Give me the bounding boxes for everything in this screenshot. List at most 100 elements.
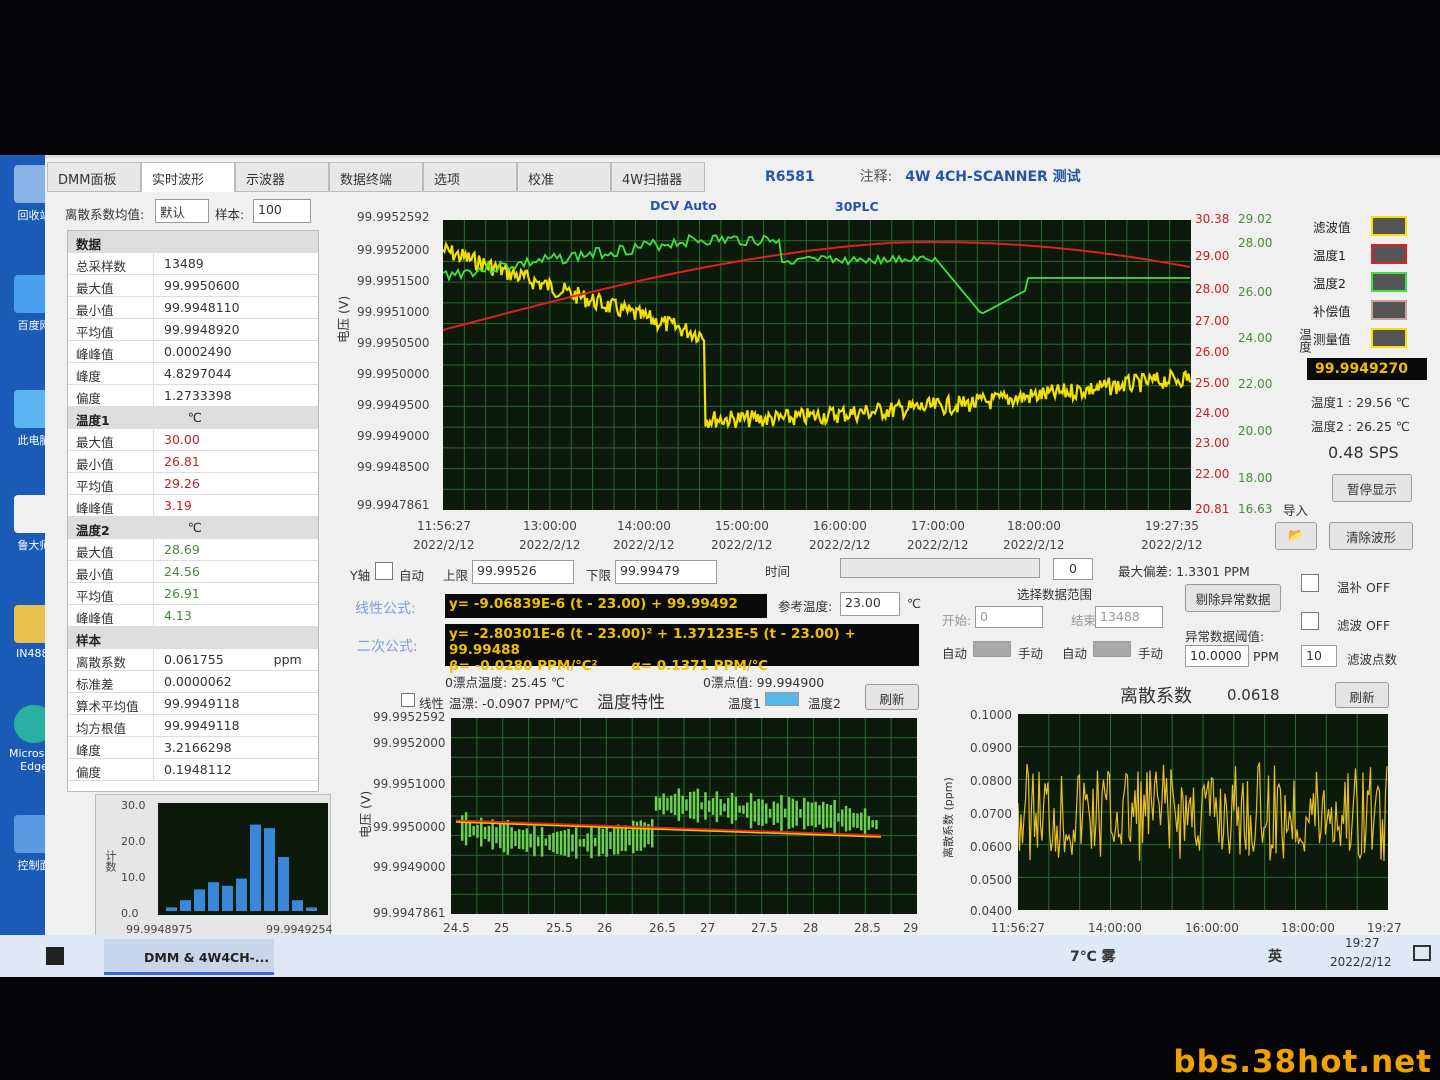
temp-scatter-bar: [559, 830, 563, 855]
pause-display-button[interactable]: 暂停显示: [1332, 474, 1412, 502]
clock-date[interactable]: 2022/2/12: [1330, 955, 1392, 969]
start-auto-label: 自动: [942, 646, 968, 661]
tab-realtime-wave[interactable]: 实时波形: [141, 162, 235, 192]
data-value: 4.8297044: [164, 366, 232, 381]
coef-mean-select[interactable]: 默认: [155, 199, 209, 223]
temp-scatter-bar: [685, 799, 688, 811]
tab-4w-scanner[interactable]: 4W扫描器: [611, 162, 705, 192]
tab-dmm-panel[interactable]: DMM面板: [47, 162, 141, 192]
sample-key: 偏度: [68, 759, 154, 780]
quad-formula: y= -2.80301E-6 (t - 23.00)² + 1.37123E-5…: [449, 626, 856, 658]
disp-xtick: 18:00:00: [1281, 921, 1335, 935]
upper-limit-input[interactable]: 99.99526: [472, 560, 574, 584]
main-ytick: 99.9950500: [357, 336, 430, 350]
main-ytick: 99.9952000: [357, 243, 430, 257]
temp-selector-toggle[interactable]: [765, 692, 799, 706]
hist-bar: [292, 900, 303, 911]
filter-checkbox[interactable]: [1301, 612, 1319, 630]
temp2-value: 24.56: [164, 564, 200, 579]
temp-scatter-bar: [871, 820, 874, 828]
start-mode-toggle[interactable]: [973, 641, 1011, 657]
notification-icon[interactable]: [1413, 945, 1431, 961]
temp-scatter-bar: [632, 820, 635, 854]
samples-label: 样本:: [215, 207, 245, 222]
main-xtick-time: 13:00:00: [523, 519, 577, 533]
temp1-row: 峰峰值 3.19: [68, 495, 318, 517]
hist-ylabel: 计数: [104, 850, 117, 872]
start-input[interactable]: 0: [975, 606, 1043, 628]
weather-text[interactable]: 7℃ 雾: [1070, 946, 1116, 966]
open-folder-icon[interactable]: 📂: [1275, 522, 1317, 550]
tab-calibration[interactable]: 校准: [517, 162, 611, 192]
end-input[interactable]: 13488: [1095, 606, 1163, 628]
coef-mean-label: 离散系数均值:: [65, 207, 145, 222]
temp-scatter-bar: [700, 802, 703, 810]
hist-bar: [166, 907, 177, 911]
tab-bar: DMM面板 实时波形 示波器 数据终端 选项 校准 4W扫描器: [47, 162, 705, 192]
end-auto-label: 自动: [1062, 646, 1088, 661]
temp-scatter-bar: [746, 802, 749, 818]
temp-scatter-bar: [605, 825, 608, 857]
clear-wave-button[interactable]: 清除波形: [1329, 522, 1413, 550]
y-auto-checkbox[interactable]: [375, 562, 393, 580]
taskbar-app-button[interactable]: DMM & 4W4CH-...: [104, 939, 274, 975]
lower-limit-label: 下限: [586, 568, 612, 583]
outlier-threshold-input[interactable]: 10.0000: [1185, 645, 1249, 667]
sample-unit: [272, 671, 282, 692]
time-value-input[interactable]: 0: [1053, 558, 1093, 580]
temp-scatter-bar: [803, 797, 806, 830]
time-scrollbar[interactable]: [840, 558, 1040, 578]
windows-start-icon[interactable]: [46, 947, 64, 965]
hist-bar: [222, 885, 233, 911]
temp2-ytick: 18.00: [1238, 471, 1273, 485]
remove-outliers-button[interactable]: 剔除异常数据: [1185, 584, 1281, 612]
main-xtick-date: 2022/2/12: [413, 538, 475, 552]
linear-checkbox[interactable]: [401, 693, 415, 707]
samples-select[interactable]: 100: [253, 199, 311, 223]
main-ytick: 99.9951500: [357, 274, 430, 288]
sample-unit: [272, 737, 282, 758]
legend-label: 测量值: [1313, 331, 1351, 347]
temp-scatter-bar: [540, 827, 544, 857]
clock-time[interactable]: 19:27: [1345, 936, 1380, 950]
filter-points-input[interactable]: 10: [1301, 645, 1337, 667]
temp-scatter-bar: [518, 829, 521, 849]
tab-oscilloscope[interactable]: 示波器: [235, 162, 329, 192]
lower-limit-input[interactable]: 99.99479: [615, 560, 717, 584]
dispersion-ylabel: 离散系数 (ppm): [942, 777, 955, 858]
disp-ytick: 0.0500: [970, 873, 1012, 887]
main-ytick: 99.9952592: [357, 210, 430, 224]
temp1-toggle-label: 温度1: [728, 696, 761, 711]
stats-panel: 数据 总采样数 13489 最大值 99.9950600 最小值 99.9948110 平均…: [67, 230, 319, 792]
temp-comp-checkbox[interactable]: [1301, 574, 1319, 592]
time-label: 时间: [765, 564, 791, 579]
temp-scatter-bar: [867, 816, 871, 830]
temp-axis-label: 温度: [1297, 328, 1312, 353]
tab-options[interactable]: 选项: [423, 162, 517, 192]
temp-scatter-bar: [749, 793, 753, 829]
tab-data-terminal[interactable]: 数据终端: [329, 162, 423, 192]
disp-xtick: 14:00:00: [1088, 921, 1142, 935]
sample-key: 算术平均值: [68, 693, 154, 714]
data-row: 最小值 99.9948110: [68, 297, 318, 319]
end-mode-toggle[interactable]: [1093, 641, 1131, 657]
ime-indicator[interactable]: 英: [1268, 946, 1282, 966]
temp-scatter-bar: [461, 815, 464, 841]
temp-refresh-button[interactable]: 刷新: [865, 684, 919, 710]
temp1-value: 26.81: [164, 454, 200, 469]
note-text: 4W 4CH-SCANNER 测试: [905, 169, 1081, 185]
temp-chart-title: 温度特性: [597, 693, 665, 713]
temp2-ytick: 24.00: [1238, 331, 1273, 345]
dispersion-refresh-button[interactable]: 刷新: [1335, 682, 1389, 708]
temp-scatter-bar: [780, 795, 783, 831]
temp1-key: 最大值: [68, 429, 154, 450]
temp-scatter-bar: [575, 827, 578, 859]
ref-temp-label: 参考温度:: [778, 599, 833, 614]
temp-scatter-bar: [499, 823, 502, 849]
temp-scatter-bar: [510, 827, 513, 849]
main-xtick-time: 17:00:00: [911, 519, 965, 533]
temp1-ytick: 29.00: [1195, 249, 1230, 263]
temp-scatter-bar: [765, 803, 768, 824]
ref-temp-input[interactable]: 23.00: [840, 592, 900, 616]
y-axis-label: Y轴: [350, 568, 371, 583]
